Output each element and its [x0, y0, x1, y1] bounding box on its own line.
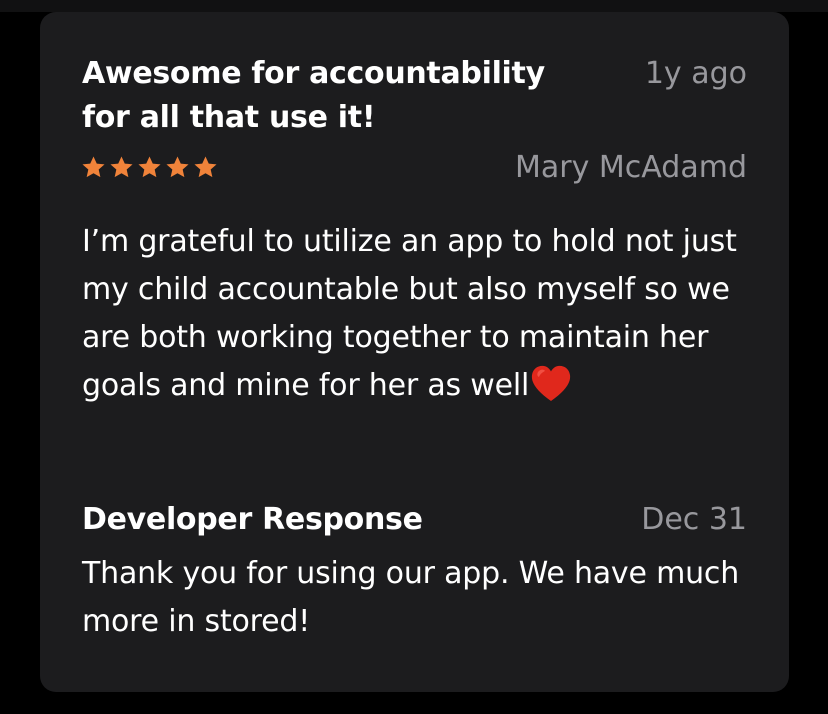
developer-response-body: Thank you for using our app. We have muc…: [82, 556, 740, 639]
star-icon: [136, 154, 163, 181]
reviewer-name: Mary McAdamd: [515, 150, 747, 185]
star-icon: [108, 154, 135, 181]
review-body: I’m grateful to utilize an app to hold n…: [82, 218, 762, 410]
review-card[interactable]: Awesome for accountability for all that …: [40, 12, 789, 692]
star-rating: [80, 154, 219, 181]
star-icon: [192, 154, 219, 181]
star-icon: [80, 154, 107, 181]
red-heart-icon: [529, 363, 573, 403]
top-edge: [0, 0, 828, 12]
review-date: 1y ago: [644, 56, 747, 91]
developer-response-heading: Developer Response: [82, 502, 423, 537]
review-body-text: I’m grateful to utilize an app to hold n…: [82, 224, 737, 403]
review-title: Awesome for accountability for all that …: [82, 56, 545, 135]
developer-response-date: Dec 31: [641, 502, 747, 537]
star-icon: [164, 154, 191, 181]
